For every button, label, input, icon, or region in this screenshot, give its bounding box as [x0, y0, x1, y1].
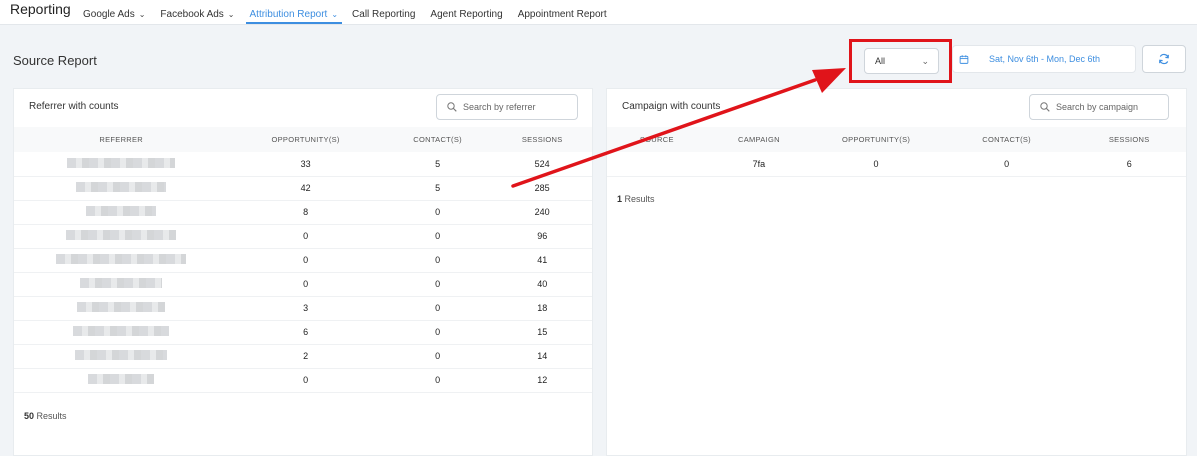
- card-title: Campaign with counts: [622, 101, 721, 112]
- tab-agent-reporting[interactable]: Agent Reporting: [430, 0, 502, 24]
- column-header[interactable]: SESSIONS: [492, 127, 592, 152]
- redacted-referrer: [67, 157, 176, 168]
- search-referrer-input[interactable]: Search by referrer: [436, 94, 578, 120]
- column-header[interactable]: REFERRER: [14, 127, 228, 152]
- chevron-down-icon: ⌄: [138, 9, 146, 19]
- chevron-down-icon: ⌄: [331, 9, 339, 19]
- column-header[interactable]: SESSIONS: [1072, 127, 1186, 152]
- results-count: 50 Results: [24, 411, 67, 421]
- redacted-referrer: [88, 374, 155, 384]
- table-row: 0 0 41: [14, 248, 592, 272]
- column-header[interactable]: OPPORTUNITY(S): [228, 127, 382, 152]
- table-header: SOURCE CAMPAIGN OPPORTUNITY(S) CONTACT(S…: [607, 127, 1186, 152]
- referrer-table: REFERRER OPPORTUNITY(S) CONTACT(S) SESSI…: [14, 127, 592, 393]
- table-row: 6 0 15: [14, 320, 592, 344]
- column-header[interactable]: CONTACT(S): [383, 127, 493, 152]
- column-header[interactable]: CONTACT(S): [941, 127, 1073, 152]
- table-row: 42 5 285: [14, 176, 592, 200]
- tab-attribution-report[interactable]: Attribution Report ⌄: [245, 0, 342, 24]
- column-header[interactable]: SOURCE: [607, 127, 707, 152]
- tab-call-reporting[interactable]: Call Reporting: [352, 0, 415, 24]
- campaign-table: SOURCE CAMPAIGN OPPORTUNITY(S) CONTACT(S…: [607, 127, 1186, 177]
- results-count: 1 Results: [617, 194, 655, 204]
- table-row: 8 0 240: [14, 200, 592, 224]
- table-header: REFERRER OPPORTUNITY(S) CONTACT(S) SESSI…: [14, 127, 592, 152]
- card-title: Referrer with counts: [29, 101, 119, 112]
- column-header[interactable]: CAMPAIGN: [707, 127, 812, 152]
- redacted-referrer: [66, 230, 177, 240]
- table-row: 0 0 96: [14, 224, 592, 248]
- redacted-referrer: [80, 278, 163, 288]
- search-icon: [1040, 102, 1050, 112]
- search-placeholder: Search by referrer: [463, 102, 536, 112]
- table-row: 7fa 0 0 6: [607, 152, 1186, 176]
- tab-google-ads[interactable]: Google Ads ⌄: [83, 0, 145, 24]
- column-header[interactable]: OPPORTUNITY(S): [811, 127, 941, 152]
- redacted-referrer: [77, 302, 166, 312]
- search-campaign-input[interactable]: Search by campaign: [1029, 94, 1169, 120]
- chevron-down-icon: ⌄: [227, 9, 235, 19]
- page-title: Source Report: [13, 53, 97, 68]
- search-placeholder: Search by campaign: [1056, 102, 1139, 112]
- tab-facebook-ads[interactable]: Facebook Ads ⌄: [160, 0, 234, 24]
- date-range-text: Sat, Nov 6th - Mon, Dec 6th: [989, 54, 1101, 64]
- table-row: 0 0 40: [14, 272, 592, 296]
- table-row: 3 0 18: [14, 296, 592, 320]
- tab-appointment-report[interactable]: Appointment Report: [518, 0, 607, 24]
- brand-title: Reporting: [10, 1, 71, 17]
- referrer-card: Referrer with counts Search by referrer …: [13, 88, 593, 456]
- refresh-button[interactable]: [1142, 45, 1186, 73]
- annotation-highlight-box: [849, 39, 952, 83]
- search-icon: [447, 102, 457, 112]
- top-nav: Reporting Google Ads ⌄ Facebook Ads ⌄ Attr…: [0, 0, 1197, 25]
- refresh-icon: [1159, 53, 1169, 65]
- table-row: 2 0 14: [14, 344, 592, 368]
- table-row: 33 5 524: [14, 152, 592, 176]
- redacted-referrer: [86, 206, 157, 216]
- date-range-picker[interactable]: Sat, Nov 6th - Mon, Dec 6th: [952, 45, 1136, 73]
- calendar-icon: [959, 54, 969, 64]
- redacted-referrer: [73, 326, 170, 336]
- redacted-referrer: [75, 350, 168, 360]
- redacted-referrer: [76, 182, 167, 192]
- campaign-card: Campaign with counts Search by campaign …: [606, 88, 1187, 456]
- table-row: 0 0 12: [14, 368, 592, 392]
- redacted-referrer: [56, 254, 187, 264]
